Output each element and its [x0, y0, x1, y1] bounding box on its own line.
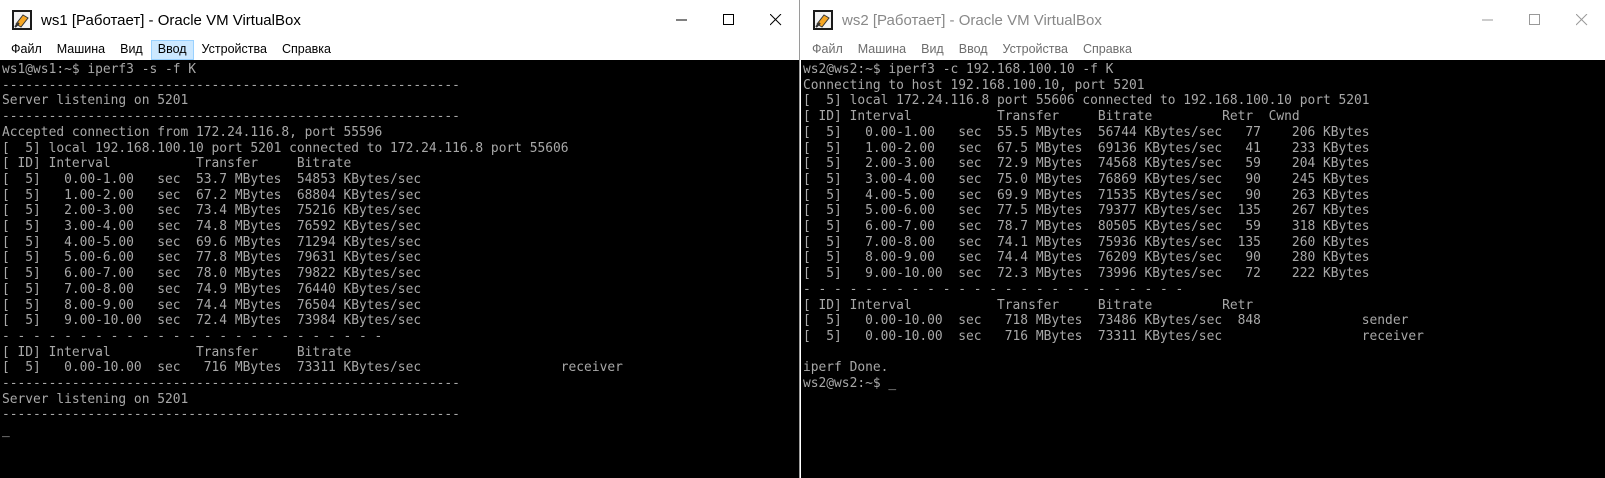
- window-title: ws1 [Работает] - Oracle VM VirtualBox: [41, 11, 301, 29]
- menu-bar: Файл Машина Вид Ввод Устройства Справка: [801, 40, 1605, 60]
- virtualbox-icon: [812, 9, 834, 31]
- minimize-icon: [1481, 19, 1493, 21]
- title-bar[interactable]: ws1 [Работает] - Oracle VM VirtualBox: [0, 0, 799, 40]
- vm-console-screen[interactable]: ws1@ws1:~$ iperf3 -s -f K --------------…: [0, 60, 799, 478]
- vm-console-screen[interactable]: ws2@ws2:~$ iperf3 -c 192.168.100.10 -f K…: [801, 60, 1605, 478]
- title-bar[interactable]: ws2 [Работает] - Oracle VM VirtualBox: [801, 0, 1605, 40]
- maximize-button[interactable]: [1511, 0, 1558, 40]
- vm-window-ws2[interactable]: ws2 [Работает] - Oracle VM VirtualBox Фа…: [801, 0, 1605, 478]
- menu-devices[interactable]: Устройства: [996, 40, 1075, 60]
- terminal-output: ws2@ws2:~$ iperf3 -c 192.168.100.10 -f K…: [801, 60, 1605, 392]
- minimize-button[interactable]: [658, 0, 705, 40]
- close-icon: [769, 14, 781, 26]
- maximize-icon: [1528, 14, 1540, 25]
- close-button[interactable]: [752, 0, 799, 40]
- close-icon: [1575, 14, 1587, 26]
- text-cursor: _: [2, 423, 10, 439]
- minimize-button[interactable]: [1464, 0, 1511, 40]
- menu-devices[interactable]: Устройства: [195, 40, 274, 60]
- terminal-text: ws2@ws2:~$ iperf3 -c 192.168.100.10 -f K…: [803, 62, 1424, 392]
- close-button[interactable]: [1558, 0, 1605, 40]
- terminal-output: ws1@ws1:~$ iperf3 -s -f K --------------…: [0, 60, 799, 439]
- maximize-button[interactable]: [705, 0, 752, 40]
- virtualbox-icon: [11, 9, 33, 31]
- menu-help[interactable]: Справка: [275, 40, 338, 60]
- menu-input[interactable]: Ввод: [150, 40, 194, 60]
- menu-input[interactable]: Ввод: [952, 40, 995, 60]
- menu-machine[interactable]: Машина: [851, 40, 913, 60]
- menu-machine[interactable]: Машина: [50, 40, 112, 60]
- window-title: ws2 [Работает] - Oracle VM VirtualBox: [842, 11, 1102, 29]
- menu-file[interactable]: Файл: [805, 40, 850, 60]
- menu-view[interactable]: Вид: [914, 40, 951, 60]
- menu-help[interactable]: Справка: [1076, 40, 1139, 60]
- menu-bar: Файл Машина Вид Ввод Устройства Справка: [0, 40, 799, 60]
- menu-file[interactable]: Файл: [4, 40, 49, 60]
- minimize-icon: [675, 19, 687, 21]
- window-controls: [658, 0, 799, 40]
- window-controls: [1464, 0, 1605, 40]
- text-cursor: _: [888, 376, 897, 392]
- maximize-icon: [722, 14, 734, 25]
- menu-view[interactable]: Вид: [113, 40, 150, 60]
- terminal-text: ws1@ws1:~$ iperf3 -s -f K --------------…: [2, 62, 623, 423]
- vm-window-ws1[interactable]: ws1 [Работает] - Oracle VM VirtualBox Фа…: [0, 0, 800, 478]
